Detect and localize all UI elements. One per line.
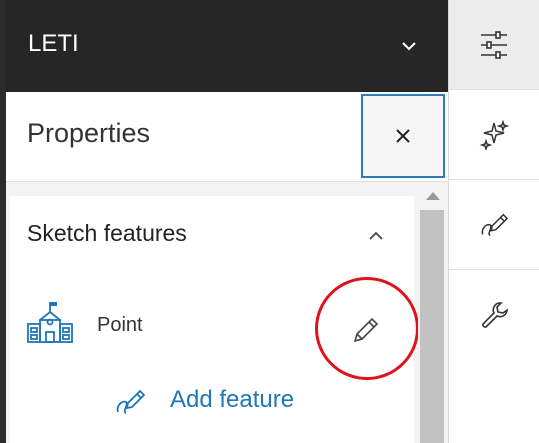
properties-panel: LETI Properties Sketch features Point Ad… xyxy=(6,0,448,443)
add-feature-label: Add feature xyxy=(170,386,295,413)
scrollbar[interactable] xyxy=(418,182,446,443)
panel-title: Properties xyxy=(27,118,151,148)
section-title: Sketch features xyxy=(27,220,187,246)
pencil-icon[interactable] xyxy=(345,311,385,351)
sketch-features-section: Sketch features Point Add feature xyxy=(10,196,419,443)
sparkle-icon xyxy=(479,120,509,150)
layer-header[interactable]: LETI xyxy=(6,0,448,92)
action-settings[interactable] xyxy=(449,0,539,90)
sketch-pencil-icon xyxy=(116,389,146,414)
panel-titlebar: Properties xyxy=(6,92,448,182)
action-bar xyxy=(448,0,539,443)
action-sketch[interactable] xyxy=(449,180,539,270)
sliders-icon xyxy=(481,31,507,59)
action-tools[interactable] xyxy=(449,270,539,360)
close-icon xyxy=(396,129,410,143)
chevron-down-icon[interactable] xyxy=(399,36,419,56)
action-sparkle[interactable] xyxy=(449,90,539,180)
wrench-icon xyxy=(482,302,508,328)
sketch-pencil-icon xyxy=(481,213,509,237)
chevron-up-icon[interactable] xyxy=(365,225,387,247)
scroll-thumb[interactable] xyxy=(420,210,444,443)
scroll-up-arrow[interactable] xyxy=(426,192,440,200)
layer-title: LETI xyxy=(28,30,79,57)
panel-content: Sketch features Point Add feature xyxy=(6,182,448,443)
feature-label: Point xyxy=(97,314,143,336)
close-button[interactable] xyxy=(361,94,445,178)
school-icon xyxy=(27,302,73,343)
